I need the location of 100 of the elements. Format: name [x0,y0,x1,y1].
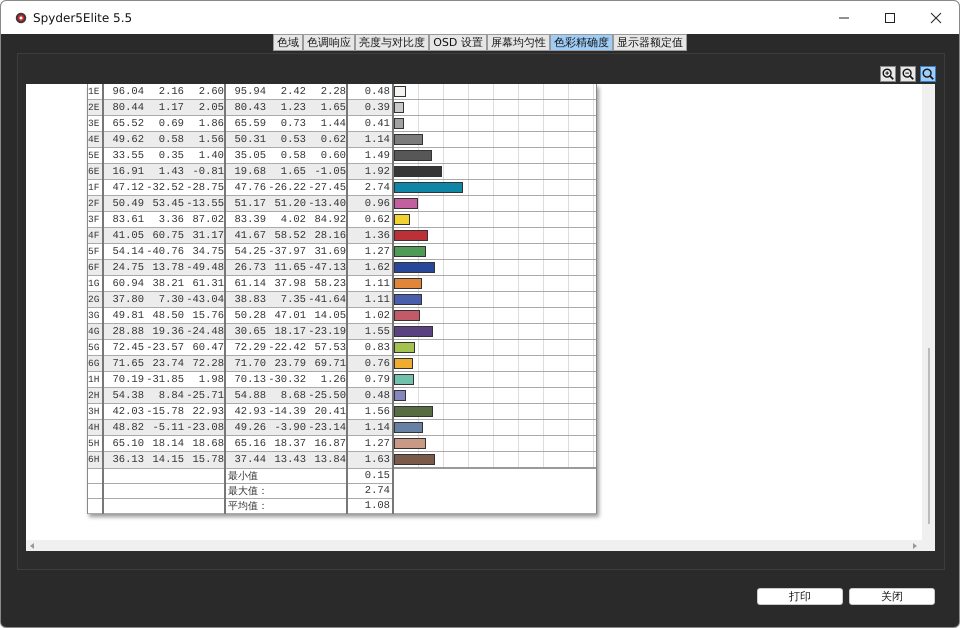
table-cell: 26.73 [225,260,266,276]
table-cell: 31.17 [184,228,225,244]
table-cell: 18.17 [266,324,306,340]
delta-e-cell: 1.36 [347,228,393,244]
patch-cell: 4F [88,228,103,244]
table-cell: 37.44 [225,452,266,468]
table-cell: 1.65 [306,100,347,116]
table-cell: 36.13 [103,452,144,468]
table-cell: 80.44 [103,100,144,116]
table-cell: -5.11 [144,420,184,436]
delta-e-cell: 0.48 [347,388,393,404]
table-cell: 71.70 [225,356,266,372]
table-cell: 53.45 [144,196,184,212]
tab[interactable]: 屏幕均匀性 [486,34,550,51]
table-cell: 72.28 [184,356,225,372]
patch-cell: 2H [88,388,103,404]
table-cell: 54.38 [103,388,144,404]
table-cell: -24.48 [184,324,225,340]
delta-e-cell: 1.14 [347,132,393,148]
table-cell: 8.84 [144,388,184,404]
summary-label: 最大值： [225,483,347,498]
delta-e-cell: 0.39 [347,100,393,116]
tab[interactable]: OSD 设置 [429,34,487,51]
patch-cell: 2E [88,100,103,116]
table-cell: 0.62 [306,132,347,148]
search-icon[interactable] [920,66,936,82]
table-cell: 50.49 [103,196,144,212]
table-cell: 41.05 [103,228,144,244]
patch-cell: 6G [88,356,103,372]
table-cell: 54.88 [225,388,266,404]
app-logo-icon [15,12,27,24]
delta-e-cell: 0.76 [347,356,393,372]
table-cell: 7.35 [266,292,306,308]
table-cell: 50.31 [225,132,266,148]
tab[interactable]: 色调响应 [303,34,356,51]
table-cell: 13.84 [306,452,347,468]
table-cell: 69.71 [306,356,347,372]
delta-e-cell: 1.62 [347,260,393,276]
table-cell: 1.56 [184,132,225,148]
delta-e-cell: 1.14 [347,420,393,436]
table-cell: 0.58 [144,132,184,148]
table-cell: 1.43 [144,164,184,180]
table-cell: 19.36 [144,324,184,340]
table-cell: 30.65 [225,324,266,340]
table-cell: -13.55 [184,196,225,212]
vertical-scrollbar[interactable] [922,84,935,540]
summary-value: 1.08 [347,498,393,513]
tab[interactable]: 显示器额定值 [612,34,687,51]
table-cell: 23.79 [266,356,306,372]
tab[interactable]: 色域 [273,34,304,51]
summary-value: 2.74 [347,483,393,498]
table-cell: 41.67 [225,228,266,244]
table-cell: -13.40 [306,196,347,212]
window-title: Spyder5Elite 5.5 [33,10,132,24]
table-cell: 51.20 [266,196,306,212]
table-cell: 0.53 [266,132,306,148]
table-cell: 19.68 [225,164,266,180]
table-cell: 16.91 [103,164,144,180]
table-cell: -23.19 [306,324,347,340]
table-cell: 24.75 [103,260,144,276]
patch-cell: 6F [88,260,103,276]
summary-label: 平均值： [225,498,347,513]
patch-cell: 4H [88,420,103,436]
patch-cell: 2G [88,292,103,308]
table-cell: 13.43 [266,452,306,468]
patch-cell: 4E [88,132,103,148]
table-cell: -0.81 [184,164,225,180]
horizontal-scrollbar[interactable] [26,540,935,551]
table-cell: -25.71 [184,388,225,404]
summary-label: 最小值 [225,468,347,483]
zoom-out-icon[interactable] [900,66,916,82]
dialog-button[interactable]: 关闭 [849,588,935,605]
tab[interactable]: 色彩精确度 [550,34,613,51]
table-cell: 7.30 [144,292,184,308]
table-cell: 11.65 [266,260,306,276]
table-cell: -23.08 [184,420,225,436]
table-cell: -49.48 [184,260,225,276]
table-cell: 28.16 [306,228,347,244]
table-cell: 51.17 [225,196,266,212]
delta-e-cell: 1.63 [347,452,393,468]
table-cell: 49.26 [225,420,266,436]
dialog-button[interactable]: 打印 [757,588,843,605]
table-cell: 60.75 [144,228,184,244]
table-cell: 15.78 [184,452,225,468]
table-cell: -3.90 [266,420,306,436]
table-cell: -41.64 [306,292,347,308]
table-cell: 13.78 [144,260,184,276]
table-cell: -1.05 [306,164,347,180]
tab[interactable]: 亮度与对比度 [355,34,430,51]
table-cell: -43.04 [184,292,225,308]
delta-e-cell: 0.96 [347,196,393,212]
patch-cell: 2F [88,196,103,212]
table-cell: -25.50 [306,388,347,404]
zoom-in-icon[interactable] [880,66,896,82]
table-cell: 8.68 [266,388,306,404]
table-cell: 80.43 [225,100,266,116]
table-cell: 1.65 [266,164,306,180]
table-cell: 71.65 [103,356,144,372]
delta-e-cell: 1.92 [347,164,393,180]
delta-e-cell: 1.55 [347,324,393,340]
